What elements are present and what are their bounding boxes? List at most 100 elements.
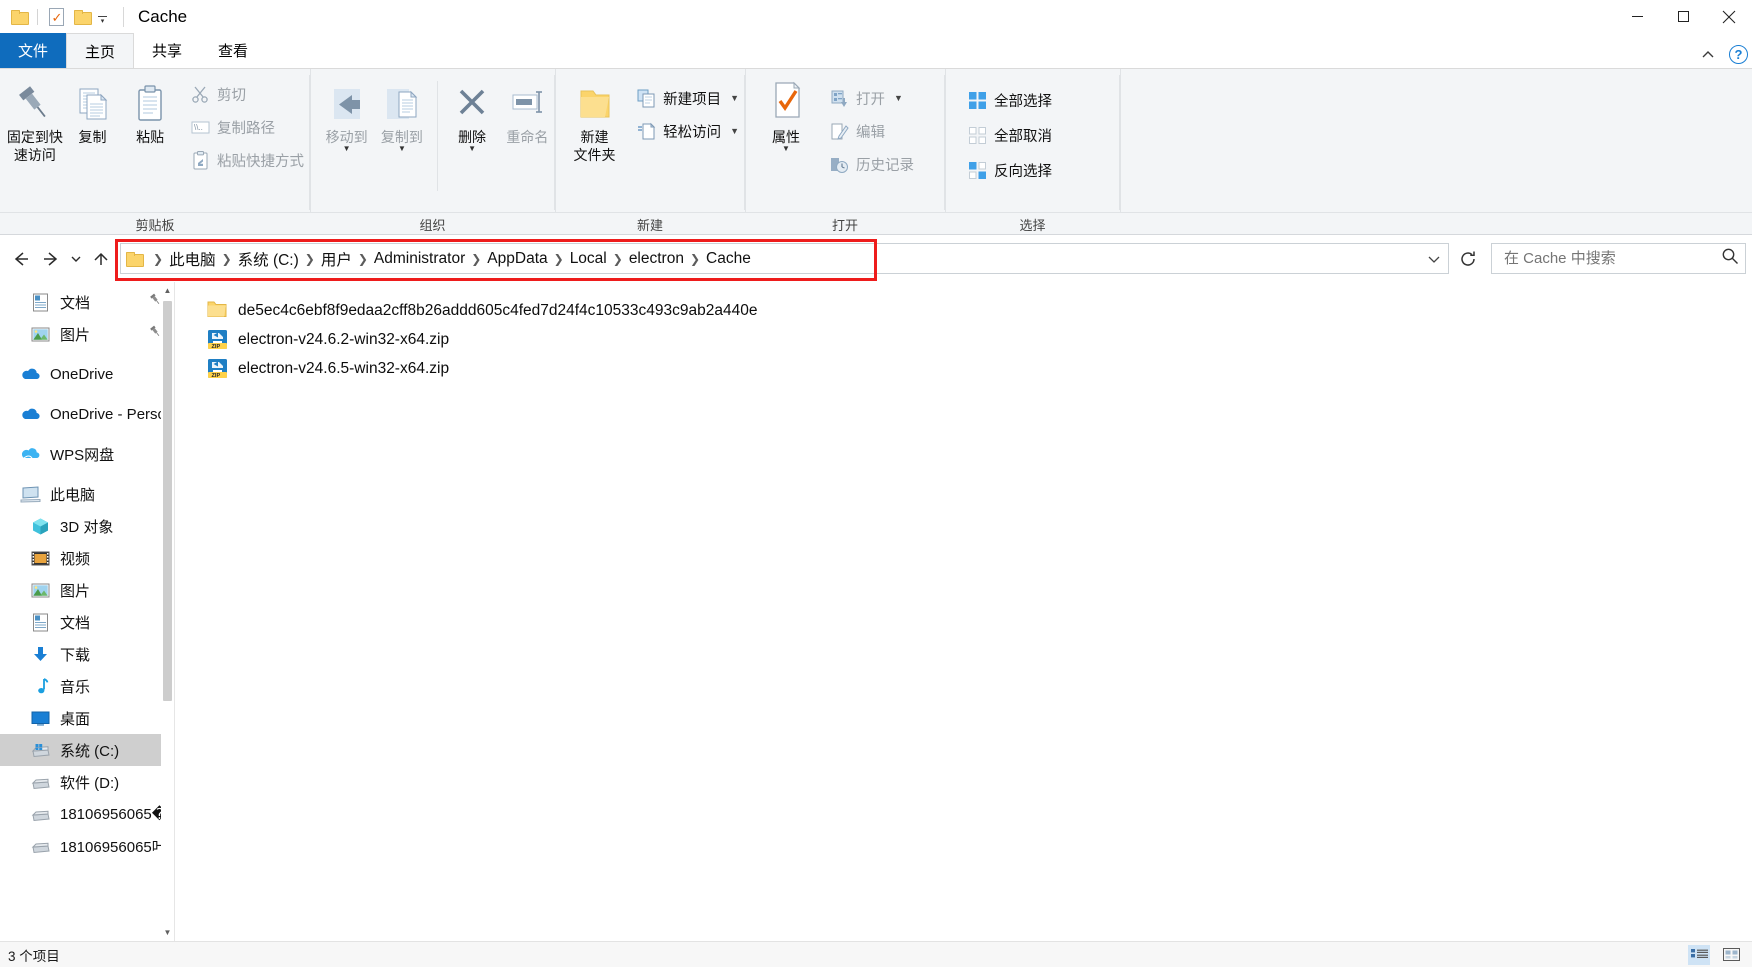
new-item-button[interactable]: 新建项目 ▼ — [631, 83, 745, 113]
sidebar-item-documents[interactable]: 文档 — [0, 606, 174, 638]
sidebar-item-videos[interactable]: 视频 — [0, 542, 174, 574]
breadcrumb-separator[interactable]: ❯ — [151, 252, 165, 266]
sidebar-item-pictures-quick[interactable]: 图片 — [0, 318, 174, 350]
breadcrumb-separator[interactable]: ❯ — [469, 252, 483, 266]
pin-to-quick-access-button[interactable]: 固定到快 速访问 — [6, 77, 64, 164]
copy-to-dropdown-icon[interactable]: ▼ — [398, 145, 406, 153]
forward-button[interactable] — [36, 244, 66, 274]
qat-new-folder-icon[interactable] — [69, 4, 95, 30]
sidebar-item-downloads[interactable]: 下载 — [0, 638, 174, 670]
large-icons-view-button[interactable] — [1720, 945, 1742, 965]
search-icon[interactable] — [1721, 247, 1739, 270]
properties-dropdown-icon[interactable]: ▼ — [782, 145, 790, 153]
sidebar-item-label: 文档 — [60, 294, 91, 312]
history-button[interactable]: 历史记录 — [824, 149, 920, 179]
copy-to-button[interactable]: 复制到 ▼ — [374, 77, 429, 153]
sidebar-item-desktop[interactable]: 桌面 — [0, 702, 174, 734]
sidebar-item-pictures[interactable]: 图片 — [0, 574, 174, 606]
select-all-button[interactable]: 全部选择 — [962, 85, 1058, 115]
svg-text:ZIP: ZIP — [212, 373, 221, 379]
close-button[interactable] — [1706, 0, 1752, 33]
details-view-button[interactable] — [1688, 944, 1710, 965]
ribbon-filler — [1120, 69, 1752, 236]
sidebar-item-music[interactable]: 音乐 — [0, 670, 174, 702]
collapse-ribbon-icon[interactable] — [1701, 48, 1715, 62]
address-dropdown-icon[interactable] — [1420, 251, 1448, 267]
breadcrumb-separator[interactable]: ❯ — [552, 252, 566, 266]
search-input[interactable] — [1502, 249, 1721, 268]
back-button[interactable] — [6, 244, 36, 274]
cut-button[interactable]: 剪切 — [185, 79, 310, 109]
paste-button[interactable]: 粘贴 — [121, 77, 179, 146]
open-dropdown-icon[interactable]: ▼ — [894, 93, 903, 103]
copy-path-button[interactable]: \\.. 复制路径 — [185, 112, 310, 142]
breadcrumb-item-4[interactable]: AppData — [483, 250, 551, 268]
scrollbar-thumb[interactable] — [163, 301, 172, 701]
sidebar-item-network-drive-2[interactable]: 18106956065叶 — [0, 830, 174, 862]
sidebar-item-documents-quick[interactable]: 文档 — [0, 286, 174, 318]
breadcrumb-item-3[interactable]: Administrator — [370, 250, 469, 268]
minimize-button[interactable] — [1614, 0, 1660, 33]
refresh-button[interactable] — [1449, 243, 1487, 274]
sidebar-item-wps-cloud[interactable]: WPS网盘 — [0, 438, 174, 470]
list-item[interactable]: ZIP electron-v24.6.5-win32-x64.zip — [175, 354, 1752, 383]
sidebar-item-onedrive[interactable]: OneDrive — [0, 358, 174, 390]
breadcrumb-item-1[interactable]: 系统 (C:) — [234, 248, 303, 270]
delete-dropdown-icon[interactable]: ▼ — [468, 145, 476, 153]
sidebar-item-system-c[interactable]: 系统 (C:) — [0, 734, 174, 766]
qat-customize-icon[interactable]: ▾ — [95, 15, 113, 25]
easy-access-dropdown-icon[interactable]: ▼ — [730, 126, 739, 136]
breadcrumb-item-7[interactable]: Cache — [702, 250, 755, 268]
invert-selection-button[interactable]: 反向选择 — [962, 155, 1058, 185]
paste-shortcut-button[interactable]: 粘贴快捷方式 — [185, 145, 310, 175]
breadcrumb-item-0[interactable]: 此电脑 — [165, 248, 220, 270]
cut-label: 剪切 — [217, 87, 247, 104]
new-item-dropdown-icon[interactable]: ▼ — [730, 93, 739, 103]
scroll-up-icon[interactable]: ▲ — [161, 282, 174, 299]
sidebar-item-network-drive-1[interactable]: 18106956065� — [0, 798, 174, 830]
navigation-scrollbar[interactable]: ▲ ▼ — [161, 282, 174, 941]
tab-view[interactable]: 查看 — [200, 33, 266, 68]
tab-home[interactable]: 主页 — [66, 33, 135, 68]
sidebar-item-software-d[interactable]: 软件 (D:) — [0, 766, 174, 798]
select-none-button[interactable]: 全部取消 — [962, 120, 1058, 150]
breadcrumb-separator[interactable]: ❯ — [611, 252, 625, 266]
music-icon — [30, 676, 51, 697]
breadcrumb-item-6[interactable]: electron — [625, 250, 688, 268]
search-box[interactable] — [1491, 243, 1746, 274]
address-bar[interactable]: ❯ 此电脑 ❯ 系统 (C:) ❯ 用户 ❯ Administrator ❯ A… — [115, 239, 1449, 281]
breadcrumb-separator[interactable]: ❯ — [220, 252, 234, 266]
new-folder-button[interactable]: 新建 文件夹 — [566, 77, 623, 164]
tab-file[interactable]: 文件 — [0, 33, 67, 68]
breadcrumb-separator[interactable]: ❯ — [356, 252, 370, 266]
list-item[interactable]: de5ec4c6ebf8f9edaa2cff8b26addd605c4fed7d… — [175, 296, 1752, 325]
open-button[interactable]: 打开 ▼ — [824, 83, 920, 113]
breadcrumb-item-5[interactable]: Local — [566, 250, 611, 268]
maximize-button[interactable] — [1660, 0, 1706, 33]
navigation-pane[interactable]: 文档 图片 OneDrive OneDrive - Persc WPS网盘 此电… — [0, 282, 175, 941]
sidebar-item-onedrive-personal[interactable]: OneDrive - Persc — [0, 398, 174, 430]
delete-button[interactable]: 删除 ▼ — [444, 77, 499, 153]
recent-locations-button[interactable] — [66, 244, 86, 274]
rename-button[interactable]: 重命名 — [500, 77, 555, 146]
move-to-dropdown-icon[interactable]: ▼ — [343, 145, 351, 153]
sidebar-item-3d-objects[interactable]: 3D 对象 — [0, 510, 174, 542]
scroll-down-icon[interactable]: ▼ — [161, 924, 174, 941]
tab-share[interactable]: 共享 — [134, 33, 200, 68]
breadcrumb-separator[interactable]: ❯ — [688, 252, 702, 266]
qat-properties-icon[interactable]: ✓ — [43, 4, 69, 30]
breadcrumb-separator[interactable]: ❯ — [303, 252, 317, 266]
edit-button[interactable]: 编辑 — [824, 116, 920, 146]
easy-access-button[interactable]: 轻松访问 ▼ — [631, 116, 745, 146]
breadcrumb-item-2[interactable]: 用户 — [317, 248, 356, 270]
new-folder-label: 新建 文件夹 — [573, 129, 616, 163]
file-explorer-window: ✓ ▾ Cache 文件 主页 共享 查看 ? 固定到快 速访问 复制 粘贴 剪… — [0, 0, 1752, 967]
list-item[interactable]: ZIP electron-v24.6.2-win32-x64.zip — [175, 325, 1752, 354]
copy-button[interactable]: 复制 — [64, 77, 122, 146]
up-button[interactable] — [86, 244, 116, 274]
move-to-button[interactable]: 移动到 ▼ — [319, 77, 374, 153]
properties-button[interactable]: 属性 ▼ — [754, 77, 818, 153]
file-list[interactable]: de5ec4c6ebf8f9edaa2cff8b26addd605c4fed7d… — [175, 282, 1752, 941]
sidebar-item-this-pc[interactable]: 此电脑 — [0, 478, 174, 510]
help-icon[interactable]: ? — [1729, 45, 1748, 64]
